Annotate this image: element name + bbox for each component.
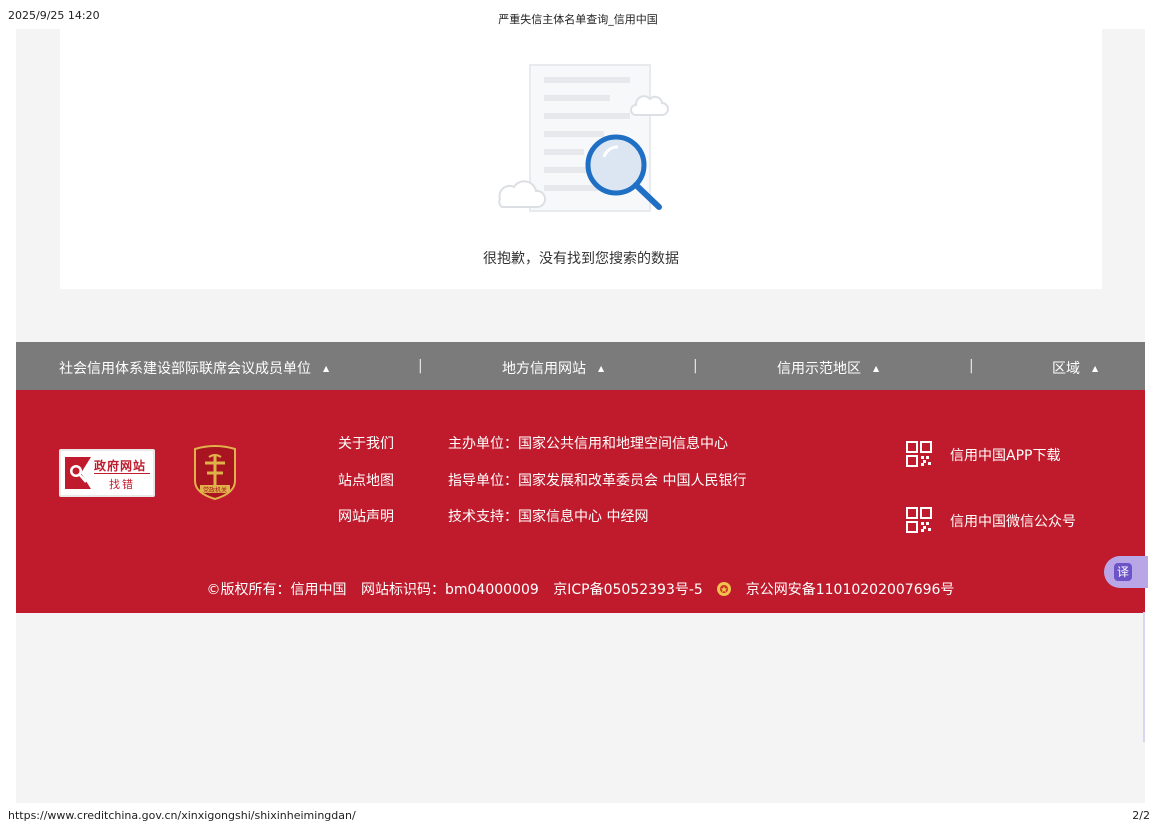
police-badge-icon: [717, 582, 732, 596]
linkbar-separator: |: [969, 358, 974, 374]
footer-tech-support: 技术支持：国家信息中心 中经网: [448, 509, 649, 525]
app-download-label: 信用中国APP下载: [950, 448, 1061, 464]
linkbar-item-label: 地方信用网站: [502, 361, 586, 377]
qr-code-icon: [906, 507, 932, 533]
no-data-illustration-icon: [498, 64, 669, 212]
empty-result-message: 很抱歉，没有找到您搜索的数据: [483, 251, 679, 267]
empty-result-card: 很抱歉，没有找到您搜索的数据: [60, 29, 1102, 289]
scrollbar-track[interactable]: [1143, 612, 1145, 742]
print-page-title: 严重失信主体名单查询_信用中国: [498, 13, 658, 26]
site-id-code: 网站标识码：bm04000009: [361, 582, 539, 598]
wechat-account-label: 信用中国微信公众号: [950, 514, 1076, 530]
party-emblem-label: 党政机关: [203, 486, 227, 494]
linkbar-item-member-units[interactable]: 社会信用体系建设部际联席会议成员单位 ▲: [59, 358, 329, 378]
footer-guidance: 指导单位：国家发展和改革委员会 中国人民银行: [448, 473, 747, 489]
gov-site-error-report-badge[interactable]: 政府网站 找错: [59, 449, 155, 497]
print-url: https://www.creditchina.gov.cn/xinxigong…: [8, 809, 356, 822]
related-sites-bar: 社会信用体系建设部际联席会议成员单位 ▲ | 地方信用网站 ▲ | 信用示范地区 ▲ …: [16, 342, 1145, 390]
icp-record-link[interactable]: 京ICP备05052393号-5: [553, 582, 703, 598]
gov-badge-title: 政府网站: [94, 459, 147, 473]
copyright-owner: ©版权所有：信用中国: [206, 582, 347, 598]
linkbar-item-region[interactable]: 区域 ▲: [1052, 358, 1098, 378]
footer-link-sitemap[interactable]: 站点地图: [338, 470, 394, 490]
copyright-line: ©版权所有：信用中国 网站标识码：bm04000009 京ICP备0505239…: [16, 579, 1145, 599]
linkbar-separator: |: [418, 358, 423, 374]
translate-icon: 译: [1114, 563, 1132, 581]
footer-sponsor: 主办单位：国家公共信用和地理空间信息中心: [448, 436, 728, 452]
caret-up-icon: ▲: [873, 364, 880, 373]
translate-button[interactable]: 译: [1104, 556, 1148, 588]
qr-code-icon: [906, 441, 932, 467]
site-footer: 政府网站 找错 党政机关 关于我们 站点地图 网站声明 主办单位：国家公共信用和…: [16, 390, 1145, 613]
linkbar-item-label: 区域: [1052, 361, 1080, 377]
caret-up-icon: ▲: [1092, 364, 1099, 373]
magnifier-icon: [65, 457, 91, 489]
linkbar-item-demo-regions[interactable]: 信用示范地区 ▲: [777, 358, 879, 378]
linkbar-item-label: 社会信用体系建设部际联席会议成员单位: [59, 361, 311, 377]
party-government-emblem-icon[interactable]: 党政机关: [191, 445, 239, 501]
footer-link-about[interactable]: 关于我们: [338, 433, 394, 453]
gov-badge-subtitle: 找错: [94, 473, 150, 492]
police-record-link[interactable]: 京公网安备11010202007696号: [746, 582, 955, 598]
linkbar-item-label: 信用示范地区: [777, 361, 861, 377]
print-page-number: 2/2: [1132, 809, 1150, 822]
linkbar-separator: |: [693, 358, 698, 374]
linkbar-item-local-sites[interactable]: 地方信用网站 ▲: [502, 358, 604, 378]
caret-up-icon: ▲: [598, 364, 605, 373]
caret-up-icon: ▲: [323, 364, 330, 373]
footer-link-statement[interactable]: 网站声明: [338, 506, 394, 526]
